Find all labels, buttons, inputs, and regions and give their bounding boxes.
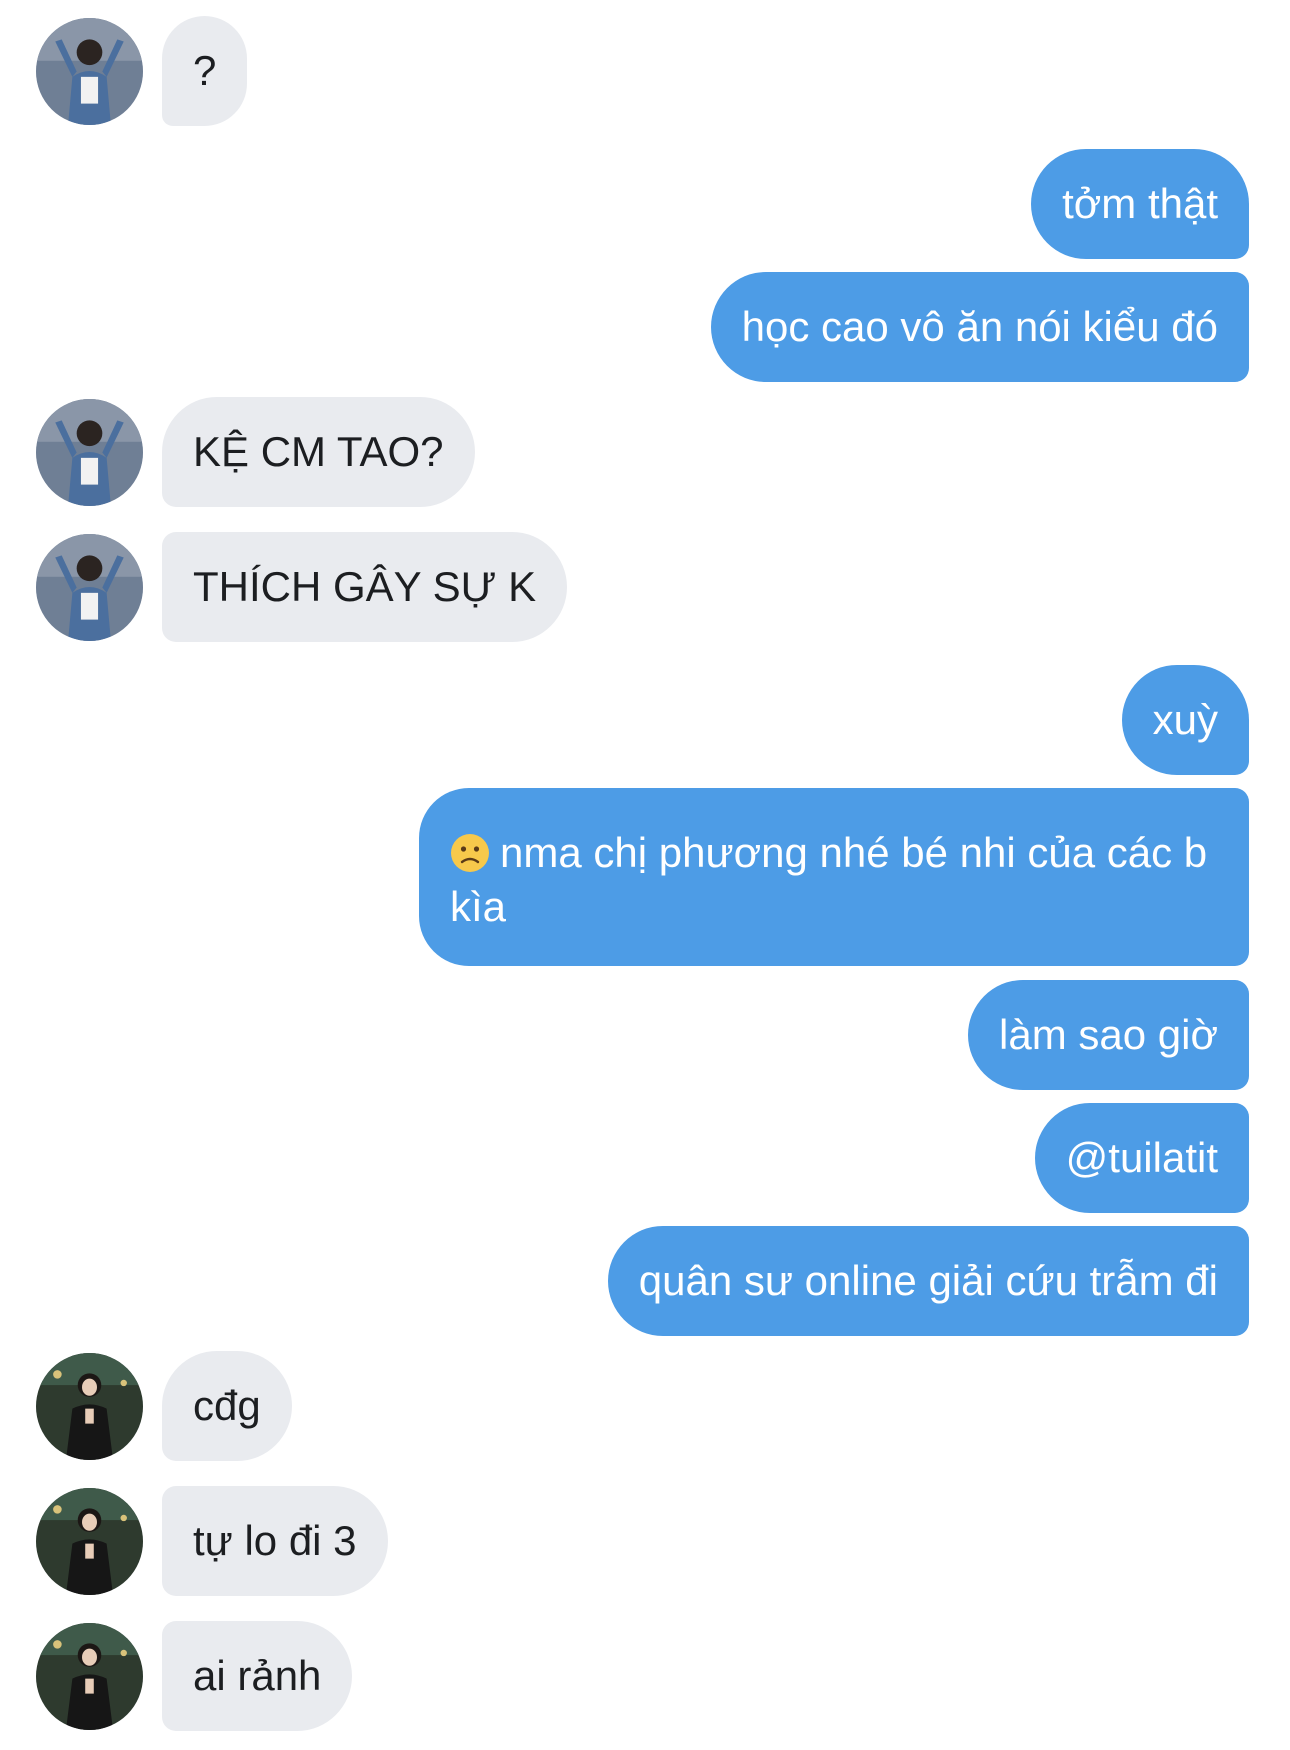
message-outgoing[interactable]: @tuilatit	[1034, 1103, 1249, 1213]
avatar-user-2[interactable]	[36, 1488, 143, 1595]
message-text: cđg	[193, 1382, 261, 1429]
message-outgoing[interactable]: học cao vô ăn nói kiểu đó	[710, 272, 1249, 382]
message-text: @tuilatit	[1065, 1134, 1218, 1181]
message-text: xuỳ	[1152, 696, 1218, 743]
avatar-user-1[interactable]	[36, 399, 143, 506]
message-outgoing[interactable]: xuỳ	[1121, 665, 1249, 775]
avatar-user-1[interactable]	[36, 534, 143, 641]
avatar-user-1[interactable]	[36, 18, 143, 125]
message-text: tự lo đi 3	[193, 1517, 357, 1564]
avatar-user-2[interactable]	[36, 1353, 143, 1460]
message-text: ?	[193, 47, 217, 94]
message-incoming[interactable]: ai rảnh	[162, 1621, 353, 1731]
message-text: tởm thật	[1062, 180, 1218, 227]
message-outgoing[interactable]: tởm thật	[1031, 149, 1249, 259]
message-incoming[interactable]: ?	[162, 16, 248, 126]
avatar-user-2[interactable]	[36, 1623, 143, 1730]
message-incoming[interactable]: THÍCH GÂY SỰ K	[162, 532, 568, 642]
message-text: học cao vô ăn nói kiểu đó	[741, 303, 1218, 350]
message-text: THÍCH GÂY SỰ K	[193, 563, 537, 610]
message-outgoing[interactable]: nma chị phương nhé bé nhi của các b kìa	[419, 788, 1249, 966]
message-text: KỆ CM TAO?	[193, 428, 444, 475]
message-incoming[interactable]: cđg	[162, 1351, 292, 1461]
message-outgoing[interactable]: làm sao giờ	[968, 980, 1249, 1090]
message-text: nma chị phương nhé bé nhi của các b kìa	[450, 829, 1208, 930]
message-incoming[interactable]: KỆ CM TAO?	[162, 397, 475, 507]
message-text: ai rảnh	[193, 1652, 322, 1699]
message-text: quân sư online giải cứu trẫm đi	[638, 1257, 1218, 1304]
slightly-frowning-face-emoji-icon	[450, 833, 490, 873]
message-incoming[interactable]: tự lo đi 3	[162, 1486, 388, 1596]
message-outgoing[interactable]: quân sư online giải cứu trẫm đi	[607, 1226, 1249, 1336]
message-text: làm sao giờ	[999, 1011, 1218, 1058]
